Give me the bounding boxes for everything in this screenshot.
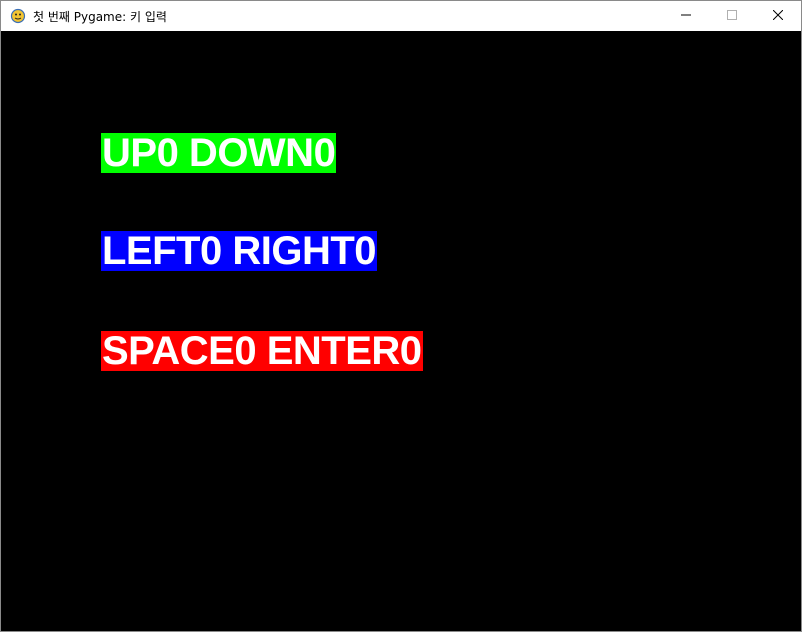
- close-button[interactable]: [755, 1, 801, 31]
- title-bar[interactable]: 첫 번째 Pygame: 키 입력: [1, 1, 801, 31]
- maximize-button[interactable]: [709, 1, 755, 31]
- game-canvas[interactable]: UP0 DOWN0 LEFT0 RIGHT0 SPACE0 ENTER0: [1, 31, 801, 631]
- pygame-snake-icon: [10, 8, 26, 24]
- minimize-icon: [681, 7, 691, 25]
- window-controls: [663, 1, 801, 31]
- pygame-window: 첫 번째 Pygame: 키 입력 UP0 DOWN0 LEFT0 RIGHT0…: [0, 0, 802, 632]
- up-down-label: UP0 DOWN0: [101, 131, 337, 175]
- window-title: 첫 번째 Pygame: 키 입력: [33, 9, 167, 24]
- close-icon: [772, 7, 784, 25]
- left-right-label: LEFT0 RIGHT0: [101, 229, 378, 273]
- maximize-icon: [727, 7, 737, 25]
- space-enter-label: SPACE0 ENTER0: [101, 329, 423, 373]
- minimize-button[interactable]: [663, 1, 709, 31]
